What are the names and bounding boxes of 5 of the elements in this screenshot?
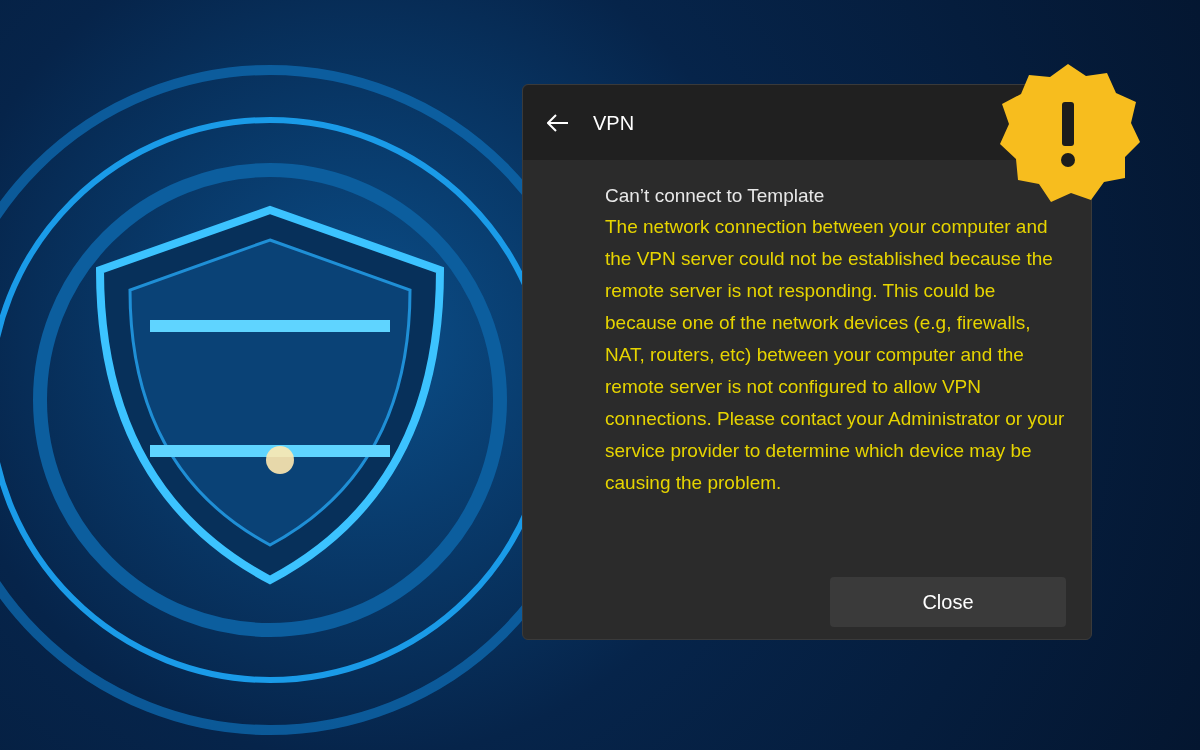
error-title: Can’t connect to Template	[605, 184, 826, 208]
error-message: The network connection between your computer and the VPN server could not be established because the remote server is not responding. This could be because one of the network devices (e.g, firewalls, NAT, routers, etc) between your computer and the remote server is not configured to allow VPN connections. Please contact your Administrator or your service provider to determine which device may be causing the problem.	[605, 214, 1066, 495]
close-button[interactable]: Close	[830, 577, 1066, 627]
back-arrow-icon[interactable]	[547, 113, 569, 132]
window-title: VPN	[593, 110, 635, 136]
